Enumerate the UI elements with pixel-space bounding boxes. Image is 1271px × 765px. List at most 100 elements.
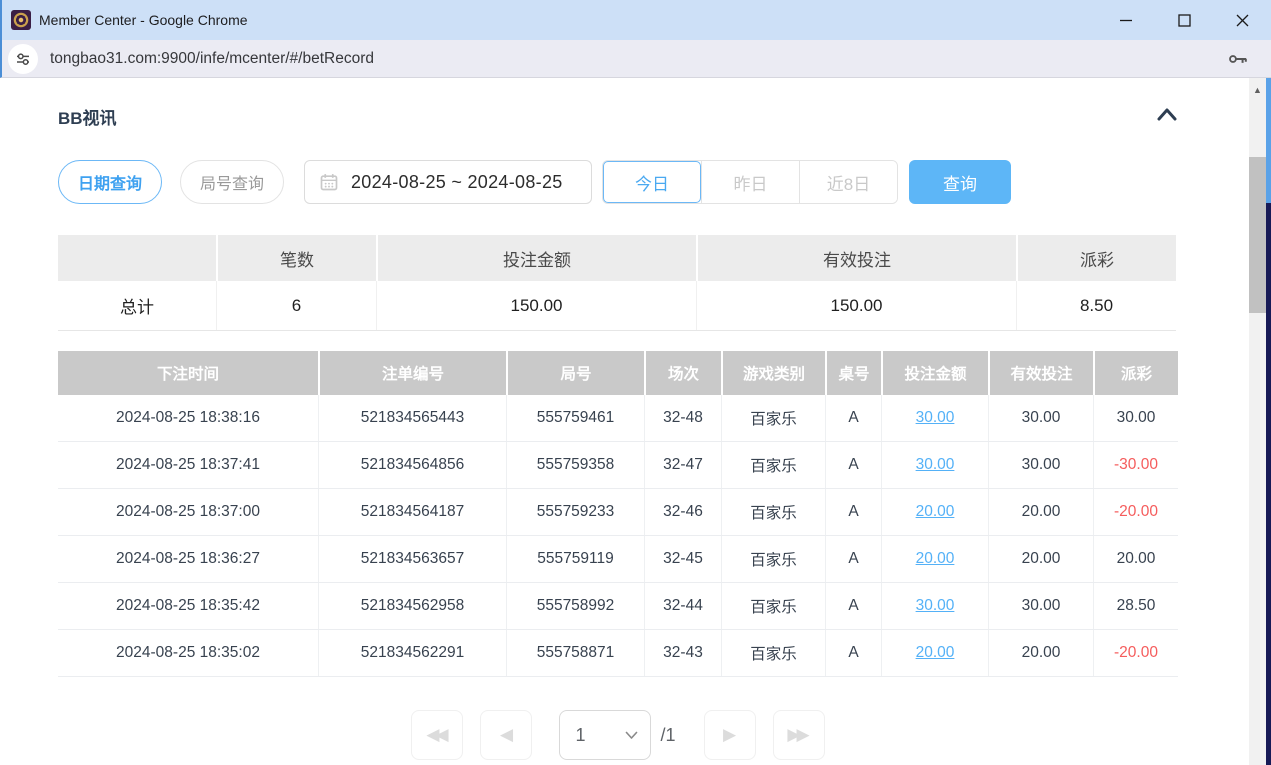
summary-table: 笔数 投注金额 有效投注 派彩 总计 6 150.00 150.00 8.50 [58, 235, 1176, 331]
game-cell: 百家乐 [721, 583, 825, 629]
table-no-cell: A [825, 489, 881, 535]
password-manager-button[interactable] [1227, 48, 1249, 70]
double-left-arrow-icon: ◀◀ [426, 725, 444, 745]
table-row: 2024-08-25 18:35:02 521834562291 5557588… [58, 630, 1178, 677]
summary-total-label: 总计 [58, 281, 216, 330]
search-button[interactable]: 查询 [909, 160, 1011, 204]
valid-bet-cell: 20.00 [988, 630, 1093, 676]
bet-amount-link[interactable]: 20.00 [881, 630, 988, 676]
time-cell: 2024-08-25 18:37:00 [58, 489, 318, 535]
site-permissions-button[interactable] [8, 44, 38, 74]
date-range-value: 2024-08-25 ~ 2024-08-25 [351, 172, 563, 193]
close-icon [1236, 14, 1249, 27]
col-header-table-no: 桌号 [825, 351, 881, 395]
date-query-tab[interactable]: 日期查询 [58, 160, 162, 204]
game-cell: 百家乐 [721, 536, 825, 582]
session-cell: 32-48 [644, 395, 721, 441]
valid-bet-cell: 20.00 [988, 489, 1093, 535]
minimize-button[interactable] [1097, 0, 1155, 40]
last-8-days-button[interactable]: 近8日 [799, 161, 897, 203]
payout-cell: -20.00 [1093, 630, 1178, 676]
payout-cell: 28.50 [1093, 583, 1178, 629]
prev-page-button[interactable]: ◀ [480, 710, 532, 760]
round-no-cell: 555758992 [506, 583, 644, 629]
table-no-cell: A [825, 583, 881, 629]
bet-no-cell: 521834562958 [318, 583, 506, 629]
col-header-round-no: 局号 [506, 351, 644, 395]
payout-cell: -20.00 [1093, 489, 1178, 535]
bet-amount-link[interactable]: 30.00 [881, 583, 988, 629]
time-cell: 2024-08-25 18:36:27 [58, 536, 318, 582]
chevron-down-icon [625, 731, 638, 740]
col-header-session: 场次 [644, 351, 721, 395]
bet-no-cell: 521834564187 [318, 489, 506, 535]
bet-no-cell: 521834565443 [318, 395, 506, 441]
vertical-scrollbar[interactable]: ▲ [1249, 78, 1266, 765]
scroll-up-arrow-icon[interactable]: ▲ [1249, 83, 1266, 97]
round-query-tab[interactable]: 局号查询 [180, 160, 284, 204]
payout-cell: -30.00 [1093, 442, 1178, 488]
bet-amount-link[interactable]: 30.00 [881, 442, 988, 488]
table-no-cell: A [825, 630, 881, 676]
summary-header-blank [58, 235, 216, 281]
bet-amount-link[interactable]: 30.00 [881, 395, 988, 441]
col-header-valid-bet: 有效投注 [988, 351, 1093, 395]
summary-payout-value: 8.50 [1016, 281, 1176, 330]
table-no-cell: A [825, 442, 881, 488]
url-text[interactable]: tongbao31.com:9900/infe/mcenter/#/betRec… [50, 50, 374, 68]
url-bar[interactable]: tongbao31.com:9900/infe/mcenter/#/betRec… [0, 40, 1271, 78]
session-cell: 32-43 [644, 630, 721, 676]
bet-amount-link[interactable]: 20.00 [881, 536, 988, 582]
summary-header-valid-bet: 有效投注 [696, 235, 1016, 281]
col-header-time: 下注时间 [58, 351, 318, 395]
round-no-cell: 555759358 [506, 442, 644, 488]
last-page-button[interactable]: ▶▶ [773, 710, 825, 760]
today-button[interactable]: 今日 [603, 161, 701, 203]
table-no-cell: A [825, 395, 881, 441]
pagination: ◀◀ ◀ 1 /1 ▶ ▶▶ [58, 710, 1178, 760]
table-no-cell: A [825, 536, 881, 582]
col-header-payout: 派彩 [1093, 351, 1178, 395]
yesterday-button[interactable]: 昨日 [701, 161, 799, 203]
valid-bet-cell: 30.00 [988, 583, 1093, 629]
game-cell: 百家乐 [721, 630, 825, 676]
session-cell: 32-46 [644, 489, 721, 535]
bet-no-cell: 521834563657 [318, 536, 506, 582]
quick-date-group: 今日 昨日 近8日 [602, 160, 898, 204]
page-title: BB视讯 [58, 104, 117, 129]
key-icon [1227, 48, 1249, 70]
round-no-cell: 555759119 [506, 536, 644, 582]
bet-amount-link[interactable]: 20.00 [881, 489, 988, 535]
time-cell: 2024-08-25 18:37:41 [58, 442, 318, 488]
window-titlebar: Member Center - Google Chrome [0, 0, 1271, 40]
next-page-button[interactable]: ▶ [704, 710, 756, 760]
background-window-edge [1266, 78, 1271, 765]
maximize-button[interactable] [1155, 0, 1213, 40]
tune-icon [14, 50, 32, 68]
collapse-button[interactable] [1148, 104, 1186, 129]
bet-record-table: 下注时间 注单编号 局号 场次 游戏类别 桌号 投注金额 有效投注 派彩 202… [58, 351, 1178, 677]
col-header-bet-amount: 投注金额 [881, 351, 988, 395]
valid-bet-cell: 30.00 [988, 442, 1093, 488]
page-select-value: 1 [575, 725, 585, 746]
window-title: Member Center - Google Chrome [39, 12, 248, 28]
table-row: 2024-08-25 18:38:16 521834565443 5557594… [58, 395, 1178, 442]
bet-no-cell: 521834564856 [318, 442, 506, 488]
scrollbar-thumb[interactable] [1249, 157, 1266, 313]
chevron-up-icon [1154, 106, 1180, 122]
date-range-input[interactable]: 2024-08-25 ~ 2024-08-25 [304, 160, 592, 204]
page-total-label: /1 [660, 725, 675, 746]
time-cell: 2024-08-25 18:38:16 [58, 395, 318, 441]
game-cell: 百家乐 [721, 442, 825, 488]
game-cell: 百家乐 [721, 395, 825, 441]
payout-cell: 30.00 [1093, 395, 1178, 441]
close-button[interactable] [1213, 0, 1271, 40]
first-page-button[interactable]: ◀◀ [411, 710, 463, 760]
game-cell: 百家乐 [721, 489, 825, 535]
valid-bet-cell: 20.00 [988, 536, 1093, 582]
session-cell: 32-47 [644, 442, 721, 488]
page-select[interactable]: 1 [559, 710, 651, 760]
summary-count-value: 6 [216, 281, 376, 330]
round-no-cell: 555758871 [506, 630, 644, 676]
time-cell: 2024-08-25 18:35:42 [58, 583, 318, 629]
